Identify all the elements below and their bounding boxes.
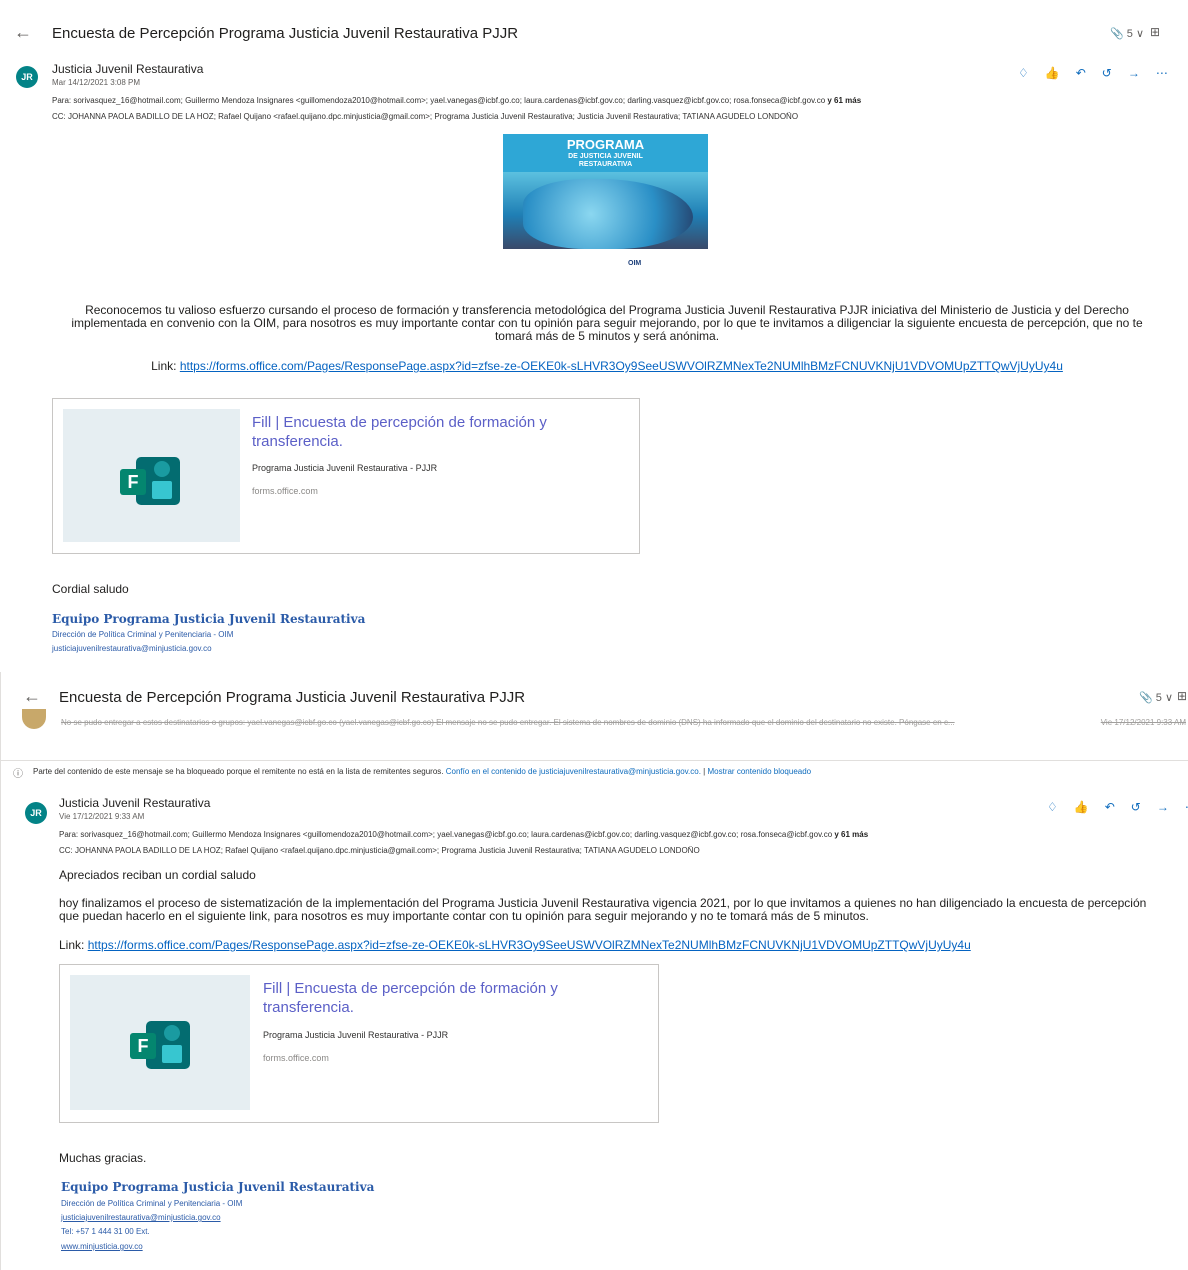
- blocked-content-notice: Parte del contenido de este mensaje se h…: [33, 767, 811, 776]
- greeting-text: Apreciados reciban un cordial saludo: [59, 868, 256, 882]
- email-body: Reconocemos tu valioso esfuerzo cursando…: [71, 303, 1143, 343]
- card-thumbnail: F: [63, 409, 240, 542]
- avatar[interactable]: JR: [16, 66, 38, 88]
- to-label: Para:: [52, 96, 72, 105]
- email-date: Vie 17/12/2021 9:33 AM: [59, 812, 145, 821]
- banner-subtitle-2: RESTAURATIVA: [578, 161, 633, 168]
- reply-all-icon[interactable]: ↺: [1131, 800, 1141, 814]
- message-actions: ♢ 👍 ↶ ↺ → ⋯: [1047, 800, 1188, 814]
- ndr-avatar: [22, 709, 46, 729]
- subject-row: ← Encuesta de Percepción Programa Justic…: [1, 680, 1188, 714]
- tag-icon[interactable]: ♢: [1018, 66, 1029, 80]
- card-title[interactable]: Fill | Encuesta de percepción de formaci…: [263, 979, 593, 1017]
- avatar[interactable]: JR: [25, 802, 47, 824]
- card-org: Programa Justicia Juvenil Restaurativa -…: [263, 1030, 449, 1040]
- trust-sender-link[interactable]: Confío en el contenido de justiciajuveni…: [446, 767, 701, 776]
- tag-icon[interactable]: ♢: [1047, 800, 1058, 814]
- survey-link[interactable]: https://forms.office.com/Pages/ResponseP…: [180, 359, 1063, 373]
- signature-name: Equipo Programa Justicia Juvenil Restaur…: [52, 612, 366, 626]
- chevron-down-icon: ∨: [1164, 692, 1174, 704]
- attachments-count: 5: [1155, 692, 1162, 704]
- closing-text: Cordial saludo: [52, 582, 129, 596]
- paperclip-icon: 📎: [1139, 692, 1153, 704]
- banner-subtitle: DE JUSTICIA JUVENIL: [568, 153, 643, 160]
- email-body: hoy finalizamos el proceso de sistematiz…: [59, 896, 1147, 923]
- card-title[interactable]: Fill | Encuesta de percepción de formaci…: [252, 413, 582, 451]
- attachments-indicator[interactable]: 📎 5 ∨: [1139, 691, 1173, 704]
- link-preview-card[interactable]: F Fill | Encuesta de percepción de forma…: [59, 964, 659, 1123]
- email-reading-pane-1: ← Encuesta de Percepción Programa Justic…: [0, 0, 1188, 670]
- subject-row: ← Encuesta de Percepción Programa Justic…: [0, 16, 1188, 50]
- to-recipients[interactable]: sorivasquez_16@hotmail.com; Guillermo Me…: [80, 830, 832, 839]
- show-blocked-link[interactable]: Mostrar contenido bloqueado: [707, 767, 811, 776]
- banner-title: PROGRAMA: [566, 137, 645, 152]
- microsoft-forms-icon: F: [120, 457, 180, 505]
- to-label: Para:: [59, 830, 79, 839]
- back-arrow-icon[interactable]: ←: [14, 22, 32, 43]
- email-subject: Encuesta de Percepción Programa Justicia…: [59, 689, 526, 706]
- blocked-text: Parte del contenido de este mensaje se h…: [33, 767, 444, 776]
- email-reading-pane-2: ← Encuesta de Percepción Programa Justic…: [0, 672, 1188, 1270]
- attachments-count: 5: [1126, 28, 1133, 40]
- card-domain: forms.office.com: [263, 1053, 329, 1063]
- signature-email[interactable]: justiciajuvenilrestaurativa@minjusticia.…: [52, 644, 212, 653]
- sender-name[interactable]: Justicia Juvenil Restaurativa: [52, 62, 203, 76]
- divider: [1, 760, 1188, 761]
- signature-phone: Tel: +57 1 444 31 00 Ext.: [61, 1227, 150, 1236]
- cc-recipients[interactable]: JOHANNA PAOLA BADILLO DE LA HOZ; Rafael …: [68, 112, 798, 121]
- cc-label: CC:: [59, 846, 73, 855]
- card-org: Programa Justicia Juvenil Restaurativa -…: [252, 463, 438, 473]
- message-actions: ♢ 👍 ↶ ↺ → ⋯: [1018, 66, 1168, 80]
- link-label: Link:: [59, 938, 85, 952]
- ndr-date: Vie 17/12/2021 9:33 AM: [1100, 718, 1186, 727]
- link-line: Link: https://forms.office.com/Pages/Res…: [59, 939, 1169, 952]
- survey-link[interactable]: https://forms.office.com/Pages/ResponseP…: [88, 938, 971, 952]
- program-banner-image: PROGRAMA DE JUSTICIA JUVENIL RESTAURATIV…: [503, 134, 708, 269]
- cc-label: CC:: [52, 112, 66, 121]
- cc-line: CC: JOHANNA PAOLA BADILLO DE LA HOZ; Raf…: [52, 112, 1172, 121]
- signature-email[interactable]: justiciajuvenilrestaurativa@minjusticia.…: [61, 1213, 221, 1222]
- reply-icon[interactable]: ↶: [1076, 66, 1086, 80]
- to-recipients[interactable]: sorivasquez_16@hotmail.com; Guillermo Me…: [73, 96, 825, 105]
- expand-icon[interactable]: ⊞: [1150, 25, 1160, 39]
- reply-all-icon[interactable]: ↺: [1102, 66, 1112, 80]
- attachments-indicator[interactable]: 📎 5 ∨: [1110, 27, 1144, 40]
- blocked-separator: |: [703, 767, 706, 776]
- like-icon[interactable]: 👍: [1074, 800, 1089, 814]
- link-line: Link: https://forms.office.com/Pages/Res…: [52, 360, 1162, 373]
- more-actions-icon[interactable]: ⋯: [1156, 66, 1168, 80]
- signature-department: Dirección de Política Criminal y Peniten…: [61, 1199, 243, 1208]
- link-preview-card[interactable]: F Fill | Encuesta de percepción de forma…: [52, 398, 640, 554]
- info-icon: ⓘ: [13, 769, 23, 780]
- email-subject: Encuesta de Percepción Programa Justicia…: [52, 25, 519, 42]
- ndr-preview[interactable]: No se pudo entregar a estos destinatario…: [61, 718, 1051, 727]
- email-date: Mar 14/12/2021 3:08 PM: [52, 78, 141, 87]
- to-line: Para: sorivasquez_16@hotmail.com; Guille…: [59, 830, 1179, 839]
- signature-name: Equipo Programa Justicia Juvenil Restaur…: [61, 1180, 375, 1194]
- paperclip-icon: 📎: [1110, 28, 1124, 40]
- like-icon[interactable]: 👍: [1045, 66, 1060, 80]
- forward-icon[interactable]: →: [1128, 66, 1140, 80]
- back-arrow-icon[interactable]: ←: [23, 686, 41, 707]
- closing-text: Muchas gracias.: [59, 1151, 147, 1165]
- cc-line: CC: JOHANNA PAOLA BADILLO DE LA HOZ; Raf…: [59, 846, 1179, 855]
- banner-photo: [523, 179, 693, 249]
- signature-website[interactable]: www.minjusticia.gov.co: [61, 1242, 143, 1251]
- chevron-down-icon: ∨: [1135, 28, 1145, 40]
- more-recipients-link[interactable]: y 61 más: [827, 96, 861, 105]
- link-label: Link:: [151, 359, 177, 373]
- microsoft-forms-icon: F: [130, 1021, 190, 1069]
- card-thumbnail: F: [70, 975, 250, 1110]
- to-line: Para: sorivasquez_16@hotmail.com; Guille…: [52, 96, 1172, 105]
- sender-name[interactable]: Justicia Juvenil Restaurativa: [59, 796, 210, 810]
- forward-icon[interactable]: →: [1157, 800, 1169, 814]
- more-recipients-link[interactable]: y 61 más: [834, 830, 868, 839]
- card-domain: forms.office.com: [252, 486, 318, 496]
- expand-icon[interactable]: ⊞: [1177, 689, 1187, 703]
- signature-department: Dirección de Política Criminal y Peniten…: [52, 630, 234, 639]
- banner-logos: OIM: [628, 260, 642, 267]
- reply-icon[interactable]: ↶: [1105, 800, 1115, 814]
- cc-recipients[interactable]: JOHANNA PAOLA BADILLO DE LA HOZ; Rafael …: [75, 846, 700, 855]
